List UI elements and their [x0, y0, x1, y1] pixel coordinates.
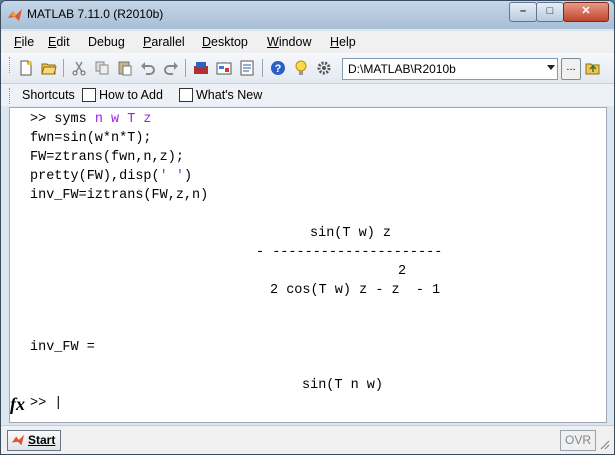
chevron-down-icon[interactable] [547, 65, 555, 70]
function-browser-icon[interactable]: fx [10, 394, 25, 415]
toolbar-separator [63, 59, 64, 77]
help-icon[interactable]: ? [270, 60, 286, 76]
menu-bar: File Edit Debug Parallel Desktop Window … [1, 31, 614, 53]
open-folder-icon[interactable] [41, 60, 57, 76]
close-button[interactable]: ✕ [563, 2, 609, 22]
menu-help[interactable]: Help [330, 35, 356, 49]
menu-file[interactable]: File [14, 35, 34, 49]
status-bar: Start OVR [1, 425, 614, 454]
menu-desktop[interactable]: Desktop [202, 35, 248, 49]
redo-icon[interactable] [163, 60, 179, 76]
pretty-numerator: sin(T w) z [310, 226, 392, 241]
current-folder-value: D:\MATLAB\R2010b [348, 62, 456, 76]
menu-window[interactable]: Window [267, 35, 311, 49]
pretty-fraction-bar: - --------------------- [256, 245, 443, 260]
overwrite-indicator: OVR [560, 430, 596, 451]
shortcuts-grip[interactable] [9, 88, 12, 104]
current-folder-field[interactable]: D:\MATLAB\R2010b [342, 58, 558, 80]
toolbar: ? D:\MATLAB\R2010b ... [1, 53, 614, 84]
paste-icon[interactable] [117, 60, 133, 76]
pretty-denominator: 2 cos(T w) z - z - 1 [270, 283, 441, 298]
parent-folder-icon[interactable] [585, 60, 601, 76]
console-line: pretty(FW),disp(' ') [30, 169, 193, 184]
undo-icon[interactable] [140, 60, 156, 76]
console-line: fwn=sin(w*n*T); [30, 131, 152, 146]
console-line: FW=ztrans(fwn,n,z); [30, 150, 184, 165]
cut-icon[interactable] [71, 60, 87, 76]
menu-debug[interactable]: Debug [88, 35, 125, 49]
guide-icon[interactable] [216, 60, 232, 76]
output-variable-label: inv_FW = [30, 340, 95, 355]
title-bar[interactable]: MATLAB 7.11.0 (R2010b) – □ ✕ [1, 1, 614, 29]
minimize-button[interactable]: – [509, 2, 537, 22]
console-line: inv_FW=iztrans(FW,z,n) [30, 188, 209, 203]
window-title: MATLAB 7.11.0 (R2010b) [27, 7, 164, 21]
menu-edit[interactable]: Edit [48, 35, 70, 49]
browse-folder-button[interactable]: ... [561, 58, 581, 80]
menu-parallel[interactable]: Parallel [143, 35, 185, 49]
settings-gear-icon[interactable] [316, 60, 332, 76]
command-prompt[interactable]: >> | [30, 396, 62, 411]
command-window[interactable]: >> syms n w T z fwn=sin(w*n*T); FW=ztran… [9, 107, 607, 423]
resize-grip-icon[interactable] [598, 438, 610, 450]
start-label: Start [28, 433, 56, 447]
pretty-exponent: 2 [398, 264, 407, 279]
matlab-logo-icon [11, 434, 25, 446]
svg-text:?: ? [275, 63, 282, 75]
toolbar-separator [185, 59, 186, 77]
toolbar-separator [262, 59, 263, 77]
console-line: >> syms n w T z [30, 112, 152, 127]
matlab-logo-icon [8, 9, 22, 21]
shortcuts-label: Shortcuts [22, 88, 75, 102]
shortcut-whats-new[interactable]: What's New [196, 88, 262, 102]
new-file-icon[interactable] [18, 60, 34, 76]
shortcuts-toolbar: Shortcuts How to Add What's New [1, 84, 614, 106]
lightbulb-icon[interactable] [293, 60, 309, 76]
toolbar-grip[interactable] [9, 57, 12, 73]
shortcut-link-icon [82, 88, 96, 102]
output-result: sin(T n w) [302, 378, 384, 393]
simulink-icon[interactable] [193, 60, 209, 76]
shortcut-link-icon [179, 88, 193, 102]
matlab-window: MATLAB 7.11.0 (R2010b) – □ ✕ File Edit D… [0, 0, 615, 455]
start-button[interactable]: Start [7, 430, 61, 451]
profiler-icon[interactable] [239, 60, 255, 76]
shortcut-how-to-add[interactable]: How to Add [99, 88, 163, 102]
maximize-button[interactable]: □ [536, 2, 564, 22]
copy-icon[interactable] [94, 60, 110, 76]
